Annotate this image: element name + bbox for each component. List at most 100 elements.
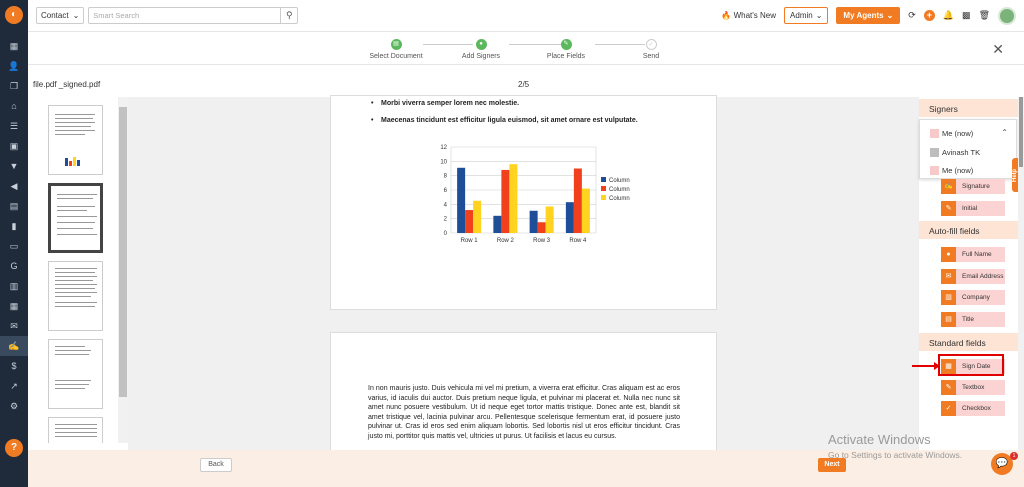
contact-card-icon[interactable]: ▣ — [0, 136, 28, 156]
email-icon: ✉ — [941, 269, 956, 284]
textbox-field[interactable]: ✎ Textbox — [941, 380, 1005, 395]
chip-icon[interactable]: ▩ — [962, 10, 971, 21]
checkbox-field[interactable]: ✓ Checkbox — [941, 401, 1005, 416]
page-thumbnail[interactable] — [48, 105, 103, 175]
signer-option[interactable]: Me (now) — [930, 166, 973, 175]
standard-heading: Standard fields — [919, 333, 1018, 351]
field-label: Full Name — [962, 251, 992, 258]
chart-bar — [537, 222, 546, 233]
page-indicator: 2/5 — [518, 80, 530, 89]
chart-legend-swatch — [601, 177, 606, 182]
bank-icon[interactable]: ⌂ — [0, 96, 28, 116]
file-bar: file.pdf _signed.pdf 2/5 — [28, 76, 918, 94]
my-agents-label: My Agents — [843, 11, 884, 20]
back-button[interactable]: Back — [200, 458, 232, 472]
document-icon: ▤ — [390, 39, 402, 50]
admin-select[interactable]: Admin ⌄ — [784, 7, 829, 24]
step-select-document[interactable]: ▤ Select Document — [351, 39, 441, 60]
signer-color-swatch — [930, 148, 939, 157]
chart-ytick-label: 4 — [444, 202, 448, 208]
analytics-icon[interactable]: ↗ — [0, 376, 28, 396]
page-thumbnail[interactable] — [48, 261, 103, 331]
email-address-field[interactable]: ✉ Email Address — [941, 269, 1005, 284]
fields-panel: Signers Me (now) ⌃ Avinash TK Me (now) ✍… — [918, 97, 1018, 450]
chart-bar — [573, 168, 582, 233]
megaphone-icon[interactable]: ◀ — [0, 176, 28, 196]
close-icon[interactable]: ✕ — [992, 41, 1004, 58]
add-icon[interactable]: + — [923, 10, 935, 21]
step-add-signers[interactable]: ● Add Signers — [436, 39, 526, 60]
signer-option[interactable]: Me (now) — [930, 129, 973, 138]
dashboard-icon[interactable]: ▦ — [0, 36, 28, 56]
smart-search-input[interactable]: Smart Search ⚲ — [88, 7, 299, 24]
chat-badge: 1 — [1010, 452, 1018, 460]
page-thumbnail[interactable] — [48, 417, 103, 443]
chart-xtick-label: Row 4 — [569, 238, 587, 244]
panel-scrollbar[interactable] — [1018, 97, 1024, 450]
chevron-up-icon[interactable]: ⌃ — [1001, 128, 1008, 137]
search-icon[interactable]: ⚲ — [280, 8, 297, 23]
pencil-icon: ✎ — [941, 380, 956, 395]
signer-dropdown[interactable]: Me (now) ⌃ Avinash TK Me (now) — [919, 119, 1017, 179]
user-icon: ● — [475, 39, 487, 50]
initial-field[interactable]: ✎ Initial — [941, 201, 1005, 216]
avatar[interactable] — [998, 6, 1016, 25]
reports-icon[interactable]: ▮ — [0, 216, 28, 236]
settings-icon[interactable]: ⚙ — [0, 396, 28, 416]
full-name-field[interactable]: ● Full Name — [941, 247, 1005, 262]
refresh-icon[interactable]: ⟳ — [908, 10, 916, 21]
title-field[interactable]: ▤ Title — [941, 312, 1005, 327]
signer-option[interactable]: Avinash TK — [930, 148, 980, 157]
book-icon[interactable]: ▤ — [0, 196, 28, 216]
folder-icon[interactable]: ▭ — [0, 236, 28, 256]
wizard-steps: ▤ Select Document ● Add Signers ✎ Place … — [28, 33, 1024, 65]
my-agents-button[interactable]: My Agents ⌄ — [836, 7, 901, 24]
sheet-icon[interactable]: ▥ — [0, 276, 28, 296]
filter-icon[interactable]: ▼ — [0, 156, 28, 176]
file-name: file.pdf _signed.pdf — [33, 80, 101, 89]
billing-icon[interactable]: $ — [0, 356, 28, 376]
chart-ytick-label: 8 — [444, 174, 448, 180]
chart-xtick-label: Row 2 — [497, 238, 515, 244]
step-place-fields[interactable]: ✎ Place Fields — [521, 39, 611, 60]
email-icon[interactable]: ✉ — [0, 316, 28, 336]
company-field[interactable]: ▥ Company — [941, 290, 1005, 305]
chart-bar — [545, 206, 554, 233]
step-label: Add Signers — [461, 53, 501, 60]
chart-legend-swatch — [601, 186, 606, 191]
signer-name: Me (now) — [942, 166, 974, 175]
contacts-icon[interactable]: 👤 — [0, 56, 28, 76]
calendar-icon[interactable]: ▦ — [0, 296, 28, 316]
next-button[interactable]: Next — [818, 458, 846, 472]
bullet-text: Maecenas tincidunt est efficitur ligula … — [371, 117, 638, 124]
field-label: Checkbox — [962, 405, 991, 412]
chart-ytick-label: 2 — [444, 217, 448, 223]
step-send[interactable]: ✓ Send — [606, 39, 696, 60]
documents-icon[interactable]: ❐ — [0, 76, 28, 96]
signer-color-swatch — [930, 166, 939, 175]
chart-legend-swatch — [601, 195, 606, 200]
chart-ytick-label: 12 — [440, 145, 447, 151]
chart-xtick-label: Row 1 — [461, 238, 479, 244]
trash-icon[interactable]: 🗑 — [979, 10, 990, 21]
app-logo[interactable]: ◐ — [5, 6, 23, 24]
field-label: Email Address — [962, 273, 1004, 280]
esign-icon[interactable]: ✍ — [0, 336, 28, 356]
thumbnail-scrollbar[interactable] — [118, 97, 128, 443]
chart-bar — [465, 210, 474, 233]
chart-bar — [473, 200, 482, 233]
google-icon[interactable]: G — [0, 256, 28, 276]
signature-field[interactable]: ✍ Signature — [941, 179, 1005, 194]
pencil-icon: ✎ — [560, 39, 572, 50]
forms-icon[interactable]: ☰ — [0, 116, 28, 136]
scrollbar-thumb[interactable] — [1019, 97, 1023, 167]
whats-new-link[interactable]: 🔥 What's New — [721, 11, 776, 20]
page-thumbnail-selected[interactable] — [48, 183, 103, 253]
contact-select[interactable]: Contact ⌄ — [36, 7, 85, 24]
left-navigation: ◐ ▦ 👤 ❐ ⌂ ☰ ▣ ▼ ◀ ▤ ▮ ▭ G ▥ ▦ ✉ ✍ $ ↗ ⚙ … — [0, 0, 28, 487]
page-thumbnail[interactable] — [48, 339, 103, 409]
help-icon[interactable]: ? — [5, 439, 23, 457]
chart-ytick-label: 0 — [444, 231, 448, 237]
bell-icon[interactable]: 🔔 — [943, 10, 954, 21]
scrollbar-thumb[interactable] — [119, 107, 127, 397]
